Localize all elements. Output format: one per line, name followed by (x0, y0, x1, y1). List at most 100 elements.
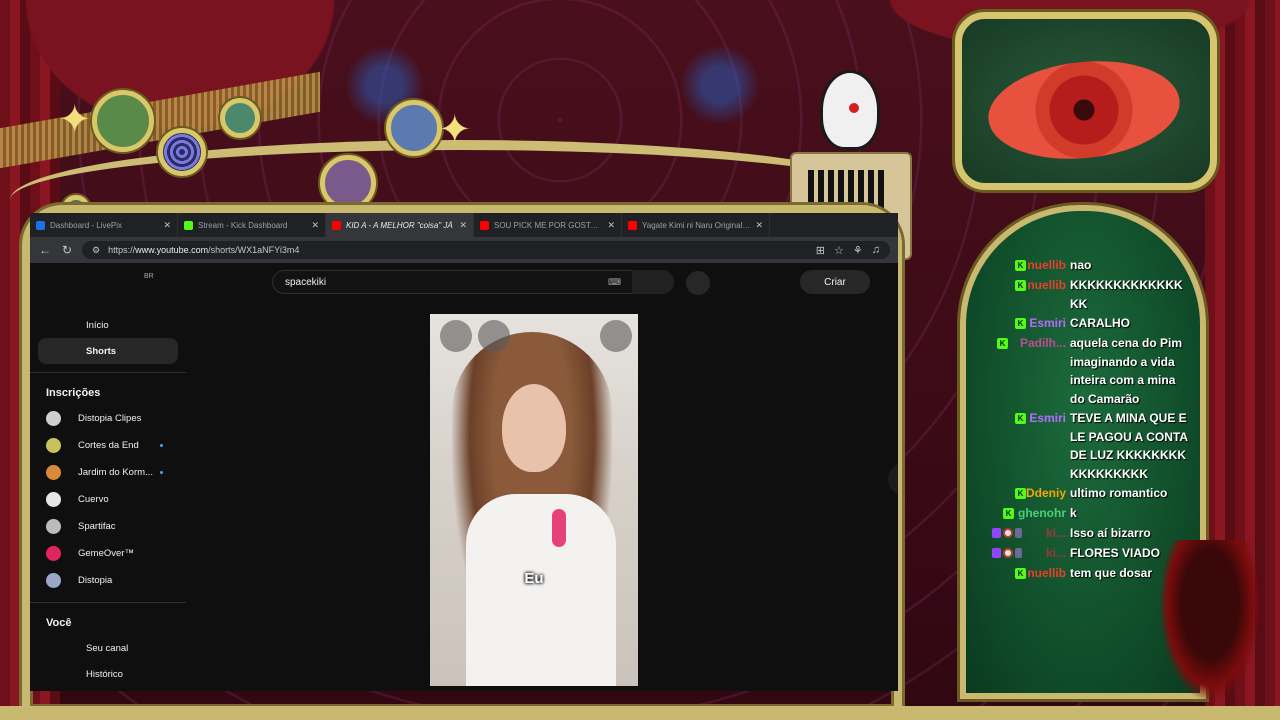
youtube-favicon-icon (332, 220, 341, 230)
sidebar-item-seu-canal[interactable]: Seu canal (38, 635, 178, 661)
tab-title: KID A - A MELHOR "coisa" JÁ (346, 220, 453, 230)
chat-username: nuellib (1027, 258, 1066, 272)
youtube-favicon-icon (480, 220, 489, 230)
back-arrow-icon[interactable]: ← (38, 243, 52, 257)
short-video-player[interactable]: Eu (428, 312, 640, 688)
media-icon[interactable]: ♫ (872, 244, 880, 257)
kick-favicon-icon (184, 220, 193, 230)
divider (30, 372, 186, 373)
gold-bottom-bar (0, 706, 1280, 720)
channel-avatar (46, 519, 61, 534)
bookmark-star-icon[interactable]: ☆ (834, 244, 844, 257)
twitch-icon (992, 528, 1001, 538)
extensions-icon[interactable]: ⚘ (853, 244, 863, 257)
chat-message: K Ddeniy ultimo romantico (990, 484, 1190, 503)
chat-username: nuellib (1027, 278, 1066, 292)
tab-yagate-kimi[interactable]: Yagate Kimi ni Naru Original So ✕ (622, 213, 770, 237)
kick-icon: K (997, 337, 1008, 349)
next-short-button[interactable] (888, 463, 898, 495)
more-options-button[interactable] (600, 320, 632, 352)
new-content-dot (160, 444, 163, 447)
medallion-face-green (92, 90, 154, 152)
sidebar-item-shorts[interactable]: Shorts (38, 338, 178, 364)
chat-username: Ddeniy (1026, 486, 1066, 500)
sparkle-icon: ✦ (58, 97, 92, 143)
channel-name: GemeOver™ (78, 548, 134, 559)
jester-eye-icon (849, 103, 859, 113)
tab-title: Stream - Kick Dashboard (198, 220, 288, 230)
chat-text: ultimo romantico (1070, 486, 1168, 500)
tab-bar: Dashboard - LivePix ✕ Stream - Kick Dash… (30, 213, 898, 237)
chat-username: nuellib (1027, 566, 1066, 580)
subscription-item[interactable]: Cuervo (30, 486, 186, 513)
badges: K (990, 314, 1026, 332)
close-icon[interactable]: ✕ (755, 220, 763, 231)
create-button[interactable]: Criar (800, 270, 870, 294)
chat-text: aquela cena do Pim imaginando a vida int… (1070, 336, 1183, 406)
medallion-face-blue (386, 100, 442, 156)
tab-sou-pick-me[interactable]: SOU PICK ME POR GOSTAR DE ✕ (474, 213, 622, 237)
channel-avatar (46, 411, 61, 426)
badges: K (990, 256, 1026, 274)
you-heading[interactable]: Você (30, 611, 186, 635)
chat-message: K ghenohr k (990, 504, 1190, 523)
villain-mascot (1160, 540, 1260, 700)
subscription-item[interactable]: Spartifac (30, 513, 186, 540)
reload-icon[interactable]: ↻ (60, 243, 74, 257)
twitch-icon (992, 548, 1001, 558)
subscription-item[interactable]: Cortes da End (30, 432, 186, 459)
search-button[interactable] (632, 270, 674, 294)
kick-icon: K (1015, 259, 1026, 271)
youtube-favicon-icon (628, 220, 637, 230)
install-app-icon[interactable]: ⊞ (816, 244, 825, 257)
subscription-item[interactable]: GemeOver™ (30, 540, 186, 567)
subscriptions-heading[interactable]: Inscrições (30, 381, 186, 405)
tab-kick-dashboard[interactable]: Stream - Kick Dashboard ✕ (178, 213, 326, 237)
voice-search-button[interactable] (686, 271, 710, 295)
sword-icon (1015, 528, 1022, 538)
url-path: /shorts/WX1aNFYi3m4 (208, 245, 300, 255)
sidebar-item-historico[interactable]: Histórico (38, 661, 178, 687)
chat-username: Esmiri (1029, 316, 1066, 330)
channel-name: Cuervo (78, 494, 109, 505)
chat-text: k (1070, 506, 1077, 520)
chat-username: ki... (1045, 526, 1066, 540)
close-icon[interactable]: ✕ (459, 220, 467, 231)
channel-avatar (46, 465, 61, 480)
subscription-item[interactable]: Distopia Clipes (30, 405, 186, 432)
play-pause-button[interactable] (440, 320, 472, 352)
channel-avatar (46, 438, 61, 453)
chat-message: K nuellib KKKKKKKKKKKKKKK (990, 276, 1190, 313)
kick-icon: K (1015, 279, 1026, 291)
subscription-item[interactable]: Distopia (30, 567, 186, 594)
tab-title: Dashboard - LivePix (50, 220, 123, 230)
channel-avatar (46, 573, 61, 588)
subscription-item[interactable]: Jardim do Korm... (30, 459, 186, 486)
sidebar-item-inicio[interactable]: Início (38, 312, 178, 338)
tab-kid-a[interactable]: KID A - A MELHOR "coisa" JÁ ✕ (326, 213, 474, 237)
pokeball-icon (1003, 528, 1013, 538)
site-info-icon[interactable]: ⚙ (92, 245, 100, 256)
badges (992, 524, 1040, 542)
video-frame-face (502, 384, 566, 472)
keyboard-icon[interactable]: ⌨ (608, 277, 621, 288)
badges: K (990, 504, 1014, 522)
chat-text: KKKKKKKKKKKKKKK (1070, 278, 1183, 311)
search-input[interactable]: spacekiki ⌨ (272, 270, 674, 294)
volume-button[interactable] (478, 320, 510, 352)
video-frame-shirt (466, 494, 616, 686)
badges: K (990, 276, 1026, 294)
pokeball-icon (1003, 548, 1013, 558)
url-host: www.youtube.com (135, 245, 209, 255)
close-icon[interactable]: ✕ (607, 220, 615, 231)
chat-text: CARALHO (1070, 316, 1130, 330)
tab-title: Yagate Kimi ni Naru Original So (642, 220, 751, 230)
channel-name: Distopia Clipes (78, 413, 142, 424)
medallion-spiral (158, 128, 206, 176)
url-field[interactable]: ⚙ https://www.youtube.com/shorts/WX1aNFY… (82, 241, 890, 259)
close-icon[interactable]: ✕ (311, 220, 319, 231)
tab-livepix[interactable]: Dashboard - LivePix ✕ (30, 213, 178, 237)
youtube-sidebar: Início Shorts Inscrições Distopia Clipes… (30, 307, 186, 691)
channel-name: Cortes da End (78, 440, 139, 451)
close-icon[interactable]: ✕ (163, 220, 171, 231)
